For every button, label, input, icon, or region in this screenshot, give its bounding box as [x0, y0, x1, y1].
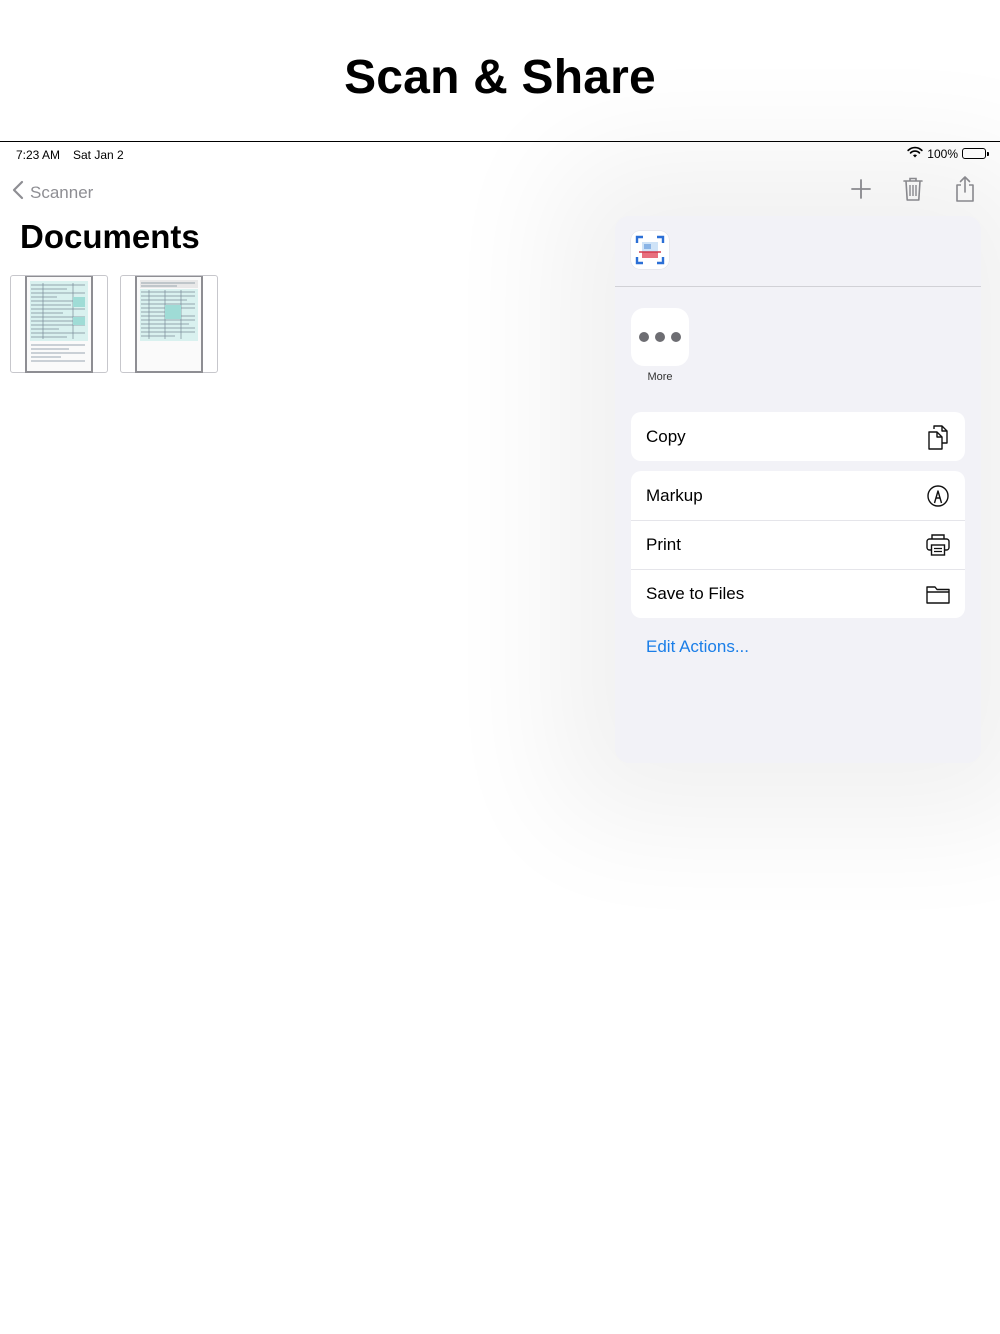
markup-label: Markup	[646, 485, 703, 505]
copy-icon	[925, 424, 951, 450]
delete-button[interactable]	[898, 176, 928, 206]
more-label: More	[647, 371, 673, 383]
copy-action[interactable]: Copy	[631, 412, 965, 461]
status-date: Sat Jan 2	[73, 148, 124, 162]
share-sheet: More Copy Markup Print Save to Files Edi…	[615, 216, 981, 763]
share-sheet-header	[615, 216, 981, 287]
markup-action[interactable]: Markup	[631, 471, 965, 520]
status-indicators: 100%	[907, 146, 989, 161]
more-button[interactable]: More	[631, 308, 689, 383]
print-label: Print	[646, 534, 681, 554]
back-button[interactable]: Scanner	[12, 180, 93, 205]
action-group-secondary: Markup Print Save to Files	[631, 471, 965, 618]
document-thumbnail[interactable]	[120, 275, 218, 373]
back-label: Scanner	[30, 182, 94, 202]
edit-actions-link[interactable]: Edit Actions...	[646, 637, 749, 657]
wifi-icon	[907, 146, 923, 161]
battery-percent: 100%	[927, 146, 958, 161]
status-bar: 7:23 AM Sat Jan 2 100%	[0, 142, 1000, 166]
document-page-preview	[135, 276, 203, 373]
chevron-left-icon	[12, 180, 24, 205]
save-to-files-action[interactable]: Save to Files	[631, 569, 965, 618]
app-store-screenshot: Scan & Share 7:23 AM Sat Jan 2 100% Scan…	[0, 0, 1000, 1334]
add-button[interactable]	[846, 176, 876, 206]
scanner-app-icon	[631, 231, 669, 269]
trash-icon	[902, 176, 924, 207]
promo-title: Scan & Share	[344, 51, 656, 104]
markup-icon	[925, 483, 951, 509]
plus-icon	[851, 178, 871, 204]
print-action[interactable]: Print	[631, 520, 965, 569]
save-to-files-label: Save to Files	[646, 583, 745, 603]
status-time: 7:23 AM	[16, 148, 61, 162]
printer-icon	[925, 532, 951, 558]
document-thumbnail[interactable]	[10, 275, 108, 373]
battery-icon	[962, 148, 989, 159]
share-icon	[954, 175, 976, 208]
more-icon	[631, 308, 689, 366]
nav-actions	[846, 175, 980, 208]
share-button[interactable]	[950, 175, 980, 208]
document-grid	[10, 275, 218, 373]
page-title: Documents	[20, 218, 200, 255]
copy-label: Copy	[646, 426, 686, 446]
folder-icon	[925, 581, 951, 607]
document-page-preview	[25, 276, 93, 373]
device-screen: 7:23 AM Sat Jan 2 100% Scanner Documents…	[0, 142, 1000, 1334]
action-group-primary: Copy	[631, 412, 965, 461]
